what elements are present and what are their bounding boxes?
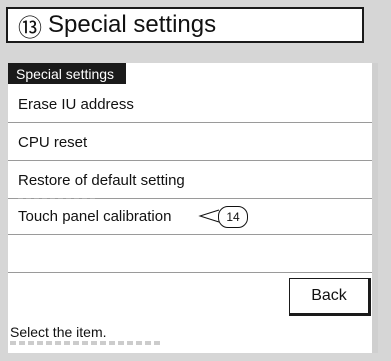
menu-item-restore-default[interactable]: Restore of default setting [8,163,372,199]
menu-item-label: Restore of default setting [18,172,185,189]
page-title-bar: ⑬ Special settings [6,7,364,43]
back-button[interactable]: Back [289,278,371,316]
callout-pointer-icon [198,209,220,223]
step-marker: ⑬ [18,14,42,42]
menu-item-empty[interactable] [8,237,372,273]
callout-badge: 14 [218,206,248,228]
scroll-shade [372,63,378,353]
menu-item-label: Erase IU address [18,96,134,113]
status-text: Select the item. [10,324,107,340]
menu-item-touch-panel-calibration[interactable]: Touch panel calibration [8,199,372,235]
ghost-text-artifact [10,341,160,345]
section-label: Special settings [8,63,127,84]
menu-item-cpu-reset[interactable]: CPU reset [8,125,372,161]
menu-item-label: Touch panel calibration [18,208,172,225]
page-title: Special settings [48,11,217,38]
menu-item-label: CPU reset [18,134,88,151]
menu-item-erase-iu-address[interactable]: Erase IU address [8,87,372,123]
